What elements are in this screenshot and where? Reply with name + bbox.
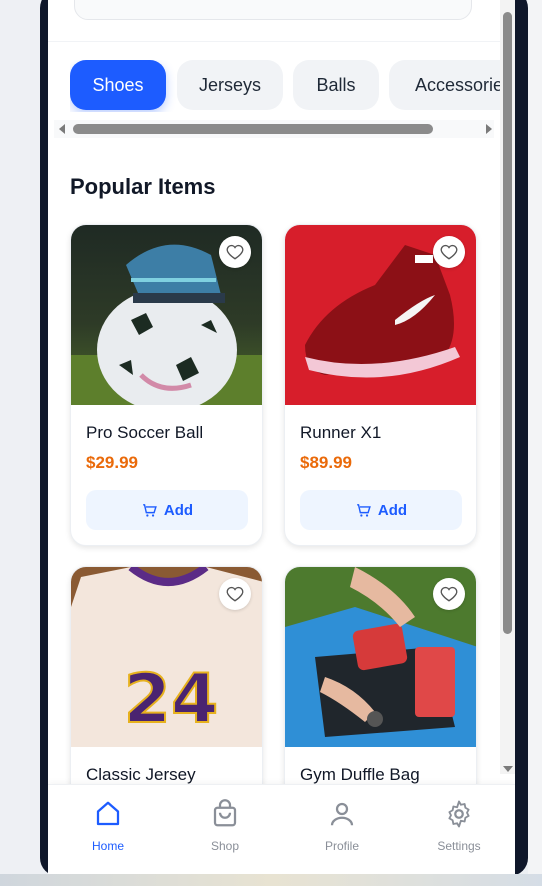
cart-icon	[143, 503, 157, 517]
add-label: Add	[377, 501, 408, 519]
product-price: $89.99	[300, 453, 352, 472]
search-input[interactable]	[74, 0, 472, 20]
nav-shop[interactable]: Shop	[185, 799, 265, 853]
scrollbar-thumb[interactable]	[503, 12, 512, 634]
nav-settings[interactable]: Settings	[419, 799, 499, 853]
horizontal-scrollbar[interactable]	[54, 120, 494, 138]
nav-home[interactable]: Home	[68, 799, 148, 853]
gear-icon	[448, 800, 470, 828]
page-background	[0, 0, 40, 886]
product-price: $29.99	[86, 453, 138, 472]
product-name: Pro Soccer Ball	[86, 423, 204, 442]
category-chip-shoes[interactable]: Shoes	[70, 60, 166, 110]
scroll-left-arrow[interactable]	[59, 124, 65, 134]
favorite-button[interactable]	[433, 236, 465, 268]
vertical-scrollbar[interactable]	[500, 0, 515, 774]
cart-icon	[357, 503, 371, 517]
nav-label: Settings	[437, 839, 481, 853]
section-title: Popular Items	[70, 174, 216, 199]
home-icon	[96, 801, 120, 826]
nav-profile[interactable]: Profile	[302, 799, 382, 853]
add-to-cart-button[interactable]: Add	[86, 490, 248, 530]
product-card[interactable]: Runner X1 $89.99 Add	[284, 224, 477, 546]
os-taskbar	[0, 874, 542, 886]
favorite-button[interactable]	[219, 578, 251, 610]
favorite-button[interactable]	[433, 578, 465, 610]
nav-label: Home	[91, 839, 124, 853]
heart-icon	[440, 586, 458, 602]
category-chip-jerseys[interactable]: Jerseys	[177, 60, 283, 110]
scroll-down-arrow[interactable]	[503, 766, 513, 772]
nav-label: Shop	[210, 839, 240, 853]
bottom-navigation: Home Shop Profile Settings	[48, 784, 515, 874]
add-label: Add	[163, 501, 194, 519]
heart-icon	[226, 586, 244, 602]
user-icon	[330, 802, 354, 826]
heart-icon	[226, 244, 244, 260]
product-card[interactable]: Pro Soccer Ball $29.99 Add	[70, 224, 263, 546]
page-background-right	[528, 0, 542, 886]
product-name: Gym Duffle Bag	[300, 765, 420, 784]
category-chip-balls[interactable]: Balls	[293, 60, 379, 110]
heart-icon	[440, 244, 458, 260]
scrollbar-thumb[interactable]	[73, 124, 433, 134]
favorite-button[interactable]	[219, 236, 251, 268]
search-area	[48, 0, 515, 42]
product-name: Runner X1	[300, 423, 382, 442]
scroll-right-arrow[interactable]	[486, 124, 492, 134]
shopping-bag-icon	[213, 799, 237, 827]
category-chip-accessories[interactable]: Accessories	[389, 60, 515, 110]
product-name: Classic Jersey	[86, 765, 196, 784]
category-chips: Shoes Jerseys Balls Accessories	[70, 60, 515, 112]
nav-label: Profile	[324, 839, 359, 853]
app-screen: Shoes Jerseys Balls Accessories Popular …	[48, 0, 515, 874]
add-to-cart-button[interactable]: Add	[300, 490, 462, 530]
svg-text:24: 24	[124, 660, 219, 739]
